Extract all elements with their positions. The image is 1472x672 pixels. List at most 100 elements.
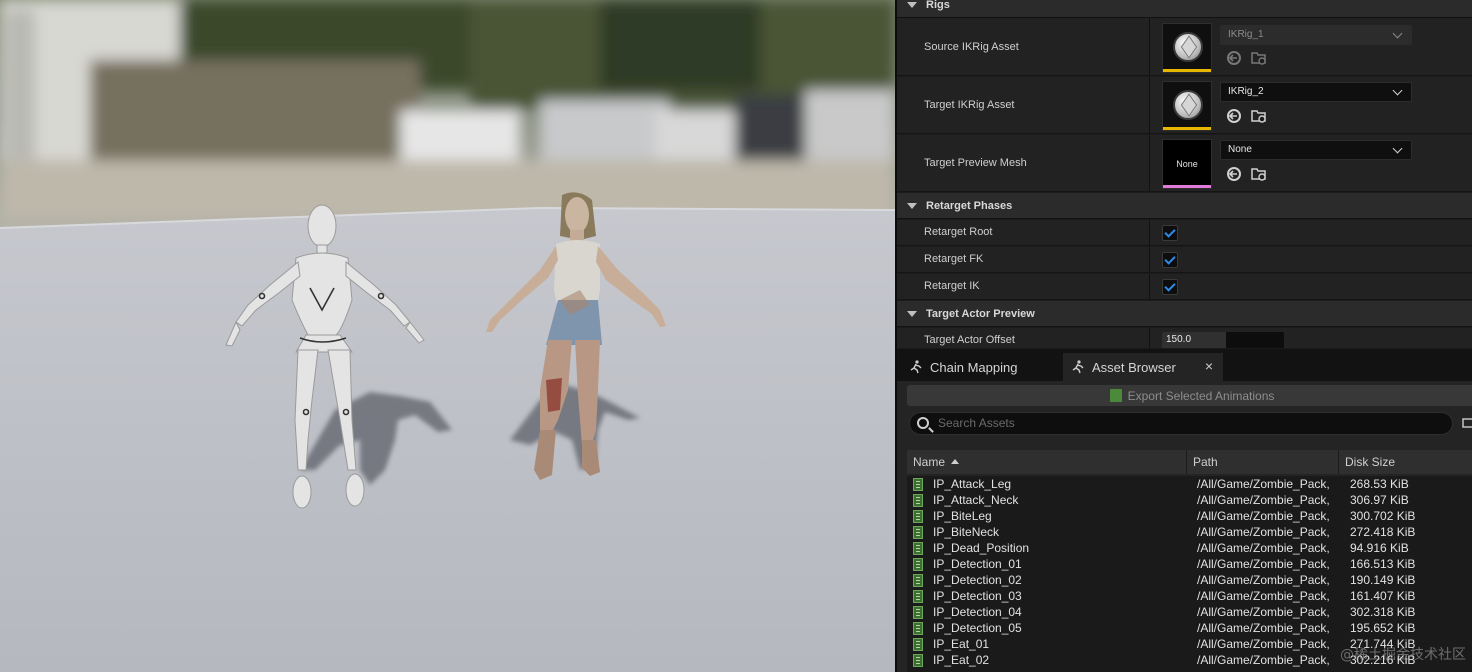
column-divider[interactable] bbox=[1149, 135, 1150, 191]
asset-type-bar bbox=[1163, 69, 1211, 72]
category-retarget-phases-label: Retarget Phases bbox=[926, 199, 1013, 212]
close-icon[interactable]: × bbox=[1205, 358, 1213, 374]
asset-size-cell: 166.513 KiB bbox=[1350, 557, 1416, 571]
export-selected-animations-button[interactable]: Export Selected Animations bbox=[907, 385, 1472, 406]
tab-asset-browser-label: Asset Browser bbox=[1092, 359, 1176, 375]
animation-sequence-icon bbox=[913, 606, 923, 619]
retarget-root-label: Retarget Root bbox=[924, 226, 993, 238]
target-actor-offset-row: Target Actor Offset 150.0 bbox=[897, 328, 1472, 348]
export-button-label: Export Selected Animations bbox=[1127, 388, 1275, 403]
asset-name-cell: IP_Attack_Neck bbox=[933, 493, 1019, 507]
ikrig-asset-icon bbox=[1173, 32, 1203, 62]
target-preview-mesh-label: Target Preview Mesh bbox=[924, 157, 1027, 169]
collapse-arrow-icon[interactable] bbox=[907, 310, 917, 317]
asset-size-cell: 161.407 KiB bbox=[1350, 589, 1416, 603]
column-header-path[interactable]: Path bbox=[1187, 450, 1339, 474]
target-preview-mesh-row: Target Preview Mesh None None bbox=[897, 135, 1472, 192]
running-figure-icon bbox=[910, 360, 922, 374]
watermark-text: @稀土掘金技术社区 bbox=[1340, 647, 1466, 663]
running-figure-icon bbox=[1072, 360, 1084, 374]
retarget-root-checkbox[interactable] bbox=[1162, 225, 1178, 241]
preview-viewport[interactable] bbox=[0, 0, 895, 672]
asset-browser-panel: Export Selected Animations Search Assets… bbox=[897, 381, 1472, 672]
asset-table-header: Name Path Disk Size bbox=[907, 450, 1472, 474]
table-row[interactable]: IP_BiteNeck/All/Game/Zombie_Pack, 272.418… bbox=[907, 524, 1472, 540]
search-placeholder: Search Assets bbox=[938, 416, 1015, 430]
column-size-label: Disk Size bbox=[1345, 455, 1396, 469]
retarget-ik-row: Retarget IK bbox=[897, 274, 1472, 300]
table-row[interactable]: IP_Detection_03/All/Game/Zombie_Pack, 161… bbox=[907, 588, 1472, 604]
tab-chain-mapping[interactable]: Chain Mapping bbox=[901, 353, 1056, 381]
settings-icon[interactable] bbox=[1462, 417, 1472, 429]
category-target-actor-preview-label: Target Actor Preview bbox=[926, 307, 1035, 320]
retarget-ik-label: Retarget IK bbox=[924, 280, 980, 292]
retarget-ik-checkbox[interactable] bbox=[1162, 279, 1178, 295]
animation-sequence-icon bbox=[913, 574, 923, 587]
asset-size-cell: 272.418 KiB bbox=[1350, 525, 1416, 539]
column-header-name[interactable]: Name bbox=[907, 450, 1187, 474]
source-ikrig-dropdown[interactable]: IKRig_1 bbox=[1220, 25, 1412, 45]
asset-name-cell: IP_Dead_Position bbox=[933, 541, 1030, 555]
asset-size-cell: 302.318 KiB bbox=[1350, 605, 1416, 619]
table-row[interactable]: IP_BiteLeg/All/Game/Zombie_Pack, 300.702 … bbox=[907, 508, 1472, 524]
use-selected-arrow-icon[interactable] bbox=[1226, 50, 1242, 66]
target-actor-offset-label: Target Actor Offset bbox=[924, 334, 1015, 346]
column-divider[interactable] bbox=[1149, 247, 1150, 272]
source-ikrig-thumbnail[interactable] bbox=[1162, 23, 1212, 73]
browse-folder-icon[interactable] bbox=[1251, 166, 1267, 182]
table-row[interactable]: IP_Detection_04/All/Game/Zombie_Pack, 302… bbox=[907, 604, 1472, 620]
source-ikrig-label: Source IKRig Asset bbox=[924, 41, 1019, 53]
table-row[interactable]: IP_Detection_01/All/Game/Zombie_Pack, 166… bbox=[907, 556, 1472, 572]
tab-chain-mapping-label: Chain Mapping bbox=[930, 359, 1018, 375]
target-ikrig-thumbnail[interactable] bbox=[1162, 81, 1212, 131]
animation-sequence-icon bbox=[913, 478, 923, 491]
column-divider[interactable] bbox=[1149, 220, 1150, 245]
column-divider[interactable] bbox=[1149, 18, 1150, 75]
animation-sequence-icon bbox=[913, 638, 923, 651]
animation-sequence-icon bbox=[913, 494, 923, 507]
retarget-fk-checkbox[interactable] bbox=[1162, 252, 1178, 268]
table-row[interactable]: IP_Detection_05/All/Game/Zombie_Pack, 195… bbox=[907, 620, 1472, 636]
table-row[interactable]: IP_Attack_Leg/All/Game/Zombie_Pack, 268.5… bbox=[907, 476, 1472, 492]
table-row[interactable]: IP_Detection_02/All/Game/Zombie_Pack, 190… bbox=[907, 572, 1472, 588]
asset-size-cell: 190.149 KiB bbox=[1350, 573, 1416, 587]
column-name-label: Name bbox=[913, 455, 946, 469]
table-row[interactable]: IP_Dead_Position/All/Game/Zombie_Pack, 94… bbox=[907, 540, 1472, 556]
collapse-arrow-icon[interactable] bbox=[907, 202, 917, 209]
asset-path-cell: /All/Game/Zombie_Pack, bbox=[1197, 493, 1330, 507]
asset-name-cell: IP_BiteLeg bbox=[933, 509, 992, 523]
column-divider[interactable] bbox=[1149, 274, 1150, 299]
preview-mesh-value: None bbox=[1228, 144, 1252, 155]
retarget-fk-row: Retarget FK bbox=[897, 247, 1472, 273]
target-actor-offset-spinbox[interactable]: 150.0 bbox=[1162, 332, 1284, 348]
category-retarget-phases[interactable]: Retarget Phases bbox=[897, 193, 1472, 219]
animation-sequence-icon bbox=[913, 558, 923, 571]
tab-asset-browser[interactable]: Asset Browser × bbox=[1063, 353, 1223, 381]
category-rigs[interactable]: Rigs bbox=[897, 0, 1472, 18]
column-divider[interactable] bbox=[1149, 328, 1150, 348]
use-selected-arrow-icon[interactable] bbox=[1226, 108, 1242, 124]
asset-path-cell: /All/Game/Zombie_Pack, bbox=[1197, 653, 1330, 667]
asset-path-cell: /All/Game/Zombie_Pack, bbox=[1197, 573, 1330, 587]
use-selected-arrow-icon[interactable] bbox=[1226, 166, 1242, 182]
column-header-disk-size[interactable]: Disk Size bbox=[1339, 450, 1472, 474]
asset-name-cell: IP_Detection_03 bbox=[933, 589, 1022, 603]
asset-name-cell: IP_Detection_01 bbox=[933, 557, 1022, 571]
search-assets-input[interactable]: Search Assets bbox=[909, 412, 1453, 435]
collapse-arrow-icon[interactable] bbox=[907, 1, 917, 8]
asset-type-bar bbox=[1163, 185, 1211, 188]
column-divider[interactable] bbox=[1149, 77, 1150, 133]
table-row[interactable]: IP_Attack_Neck/All/Game/Zombie_Pack, 306.… bbox=[907, 492, 1472, 508]
asset-path-cell: /All/Game/Zombie_Pack, bbox=[1197, 477, 1330, 491]
asset-name-cell: IP_Detection_05 bbox=[933, 621, 1022, 635]
preview-mesh-thumbnail[interactable]: None bbox=[1162, 139, 1212, 189]
right-panel: Rigs Source IKRig Asset IKRig_1 Target I… bbox=[895, 0, 1472, 672]
category-target-actor-preview[interactable]: Target Actor Preview bbox=[897, 301, 1472, 327]
asset-path-cell: /All/Game/Zombie_Pack, bbox=[1197, 589, 1330, 603]
sort-ascending-icon bbox=[951, 459, 960, 465]
browse-folder-icon[interactable] bbox=[1251, 108, 1267, 124]
preview-mesh-dropdown[interactable]: None bbox=[1220, 140, 1412, 160]
target-ikrig-dropdown[interactable]: IKRig_2 bbox=[1220, 82, 1412, 102]
search-icon bbox=[917, 417, 929, 429]
browse-folder-icon[interactable] bbox=[1251, 50, 1267, 66]
